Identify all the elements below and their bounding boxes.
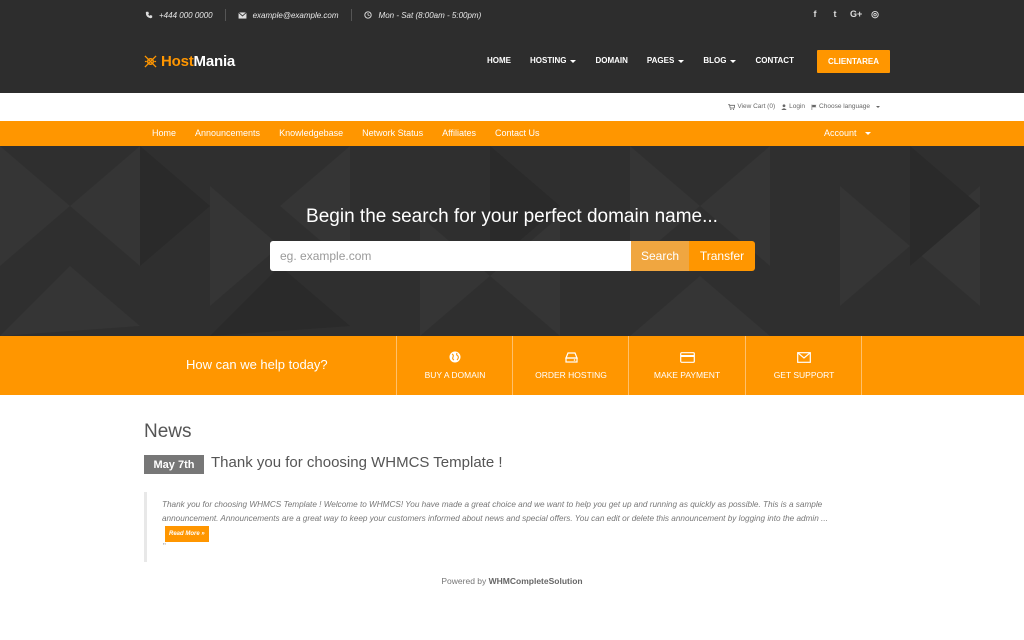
make-payment-tile[interactable]: MAKE PAYMENT <box>628 336 745 395</box>
brand-logo[interactable]: HostMania <box>144 53 235 70</box>
get-support-tile[interactable]: GET SUPPORT <box>745 336 862 395</box>
phone-number: +444 000 0000 <box>159 10 213 20</box>
page: +444 000 0000 example@example.com Mon - … <box>0 0 1024 640</box>
help-band: How can we help today? BUY A DOMAIN ORDE… <box>0 336 1024 395</box>
contact-row: +444 000 0000 example@example.com Mon - … <box>144 9 481 21</box>
hero-title: Begin the search for your perfect domain… <box>306 206 718 227</box>
login-label: Login <box>789 103 806 110</box>
cart-icon <box>728 103 736 110</box>
chevron-down-icon <box>876 105 880 108</box>
subnav-contact-us[interactable]: Contact Us <box>495 128 540 138</box>
subnav-home[interactable]: Home <box>152 128 176 138</box>
quote-mark: " <box>163 542 166 551</box>
clock-icon <box>364 11 373 20</box>
brand-name-part2: Mania <box>193 53 236 70</box>
search-button[interactable]: Search <box>631 241 689 271</box>
nav-item-home[interactable]: HOME <box>487 56 511 65</box>
domain-search-hero: Begin the search for your perfect domain… <box>0 146 1024 336</box>
account-label: Account <box>824 128 857 138</box>
phone-icon <box>144 11 153 20</box>
nav-item-pages[interactable]: PAGES <box>646 56 685 65</box>
secondary-nav: Home Announcements Knowledgebase Network… <box>0 121 1024 146</box>
language-label: Choose language <box>819 103 870 110</box>
news-excerpt: Thank you for choosing WHMCS Template ! … <box>144 492 864 562</box>
flag-icon <box>811 104 817 110</box>
credit-card-icon <box>679 351 695 363</box>
brand-name-part1: Host <box>161 53 194 70</box>
account-menu[interactable]: Account <box>824 128 871 138</box>
logo-icon <box>144 55 157 68</box>
social-links: f t G+ ◎ <box>810 9 880 20</box>
nav-item-domain[interactable]: DOMAIN <box>595 56 627 65</box>
subnav-network-status[interactable]: Network Status <box>362 128 423 138</box>
chevron-down-icon <box>730 59 737 63</box>
nav-label: CONTACT <box>755 56 794 65</box>
nav-label: DOMAIN <box>595 56 628 65</box>
secondary-nav-items: Home Announcements Knowledgebase Network… <box>152 128 559 138</box>
envelope-icon <box>237 11 247 20</box>
divider <box>861 336 862 395</box>
utility-bar: View Cart (0) Login Choose language <box>0 93 1024 121</box>
login-link[interactable]: Login <box>781 103 805 110</box>
view-cart-label: View Cart (0) <box>737 103 776 110</box>
divider <box>350 9 352 21</box>
opening-hours: Mon - Sat (8:00am - 5:00pm) <box>378 10 482 20</box>
subnav-affiliates[interactable]: Affiliates <box>442 128 476 138</box>
order-hosting-tile[interactable]: ORDER HOSTING <box>512 336 629 395</box>
user-icon <box>781 103 787 110</box>
phone-contact[interactable]: +444 000 0000 <box>144 11 213 20</box>
date-badge: May 7th <box>144 455 204 474</box>
footer-brand-link[interactable]: WHMCompleteSolution <box>489 576 583 586</box>
google-plus-icon[interactable]: G+ <box>850 9 862 20</box>
buy-domain-tile[interactable]: BUY A DOMAIN <box>396 336 513 395</box>
nav-label: PAGES <box>646 56 675 65</box>
domain-search-input[interactable] <box>270 241 631 271</box>
language-selector[interactable]: Choose language <box>811 103 880 110</box>
chevron-down-icon <box>570 59 577 63</box>
news-body: Thank you for choosing WHMCS Template ! … <box>162 498 862 542</box>
transfer-button[interactable]: Transfer <box>689 241 755 271</box>
news-body-text: Thank you for choosing WHMCS Template ! … <box>162 500 828 523</box>
instagram-icon[interactable]: ◎ <box>870 9 880 20</box>
chevron-down-icon <box>678 59 685 63</box>
top-header: +444 000 0000 example@example.com Mon - … <box>0 0 1024 93</box>
nav-label: HOME <box>487 56 511 65</box>
nav-item-contact[interactable]: CONTACT <box>755 56 794 65</box>
nav-item-hosting[interactable]: HOSTING <box>530 56 577 65</box>
news-section-title: News <box>144 421 192 442</box>
main-nav: HOME HOSTING DOMAIN PAGES BLOG CONTACT <box>487 56 813 65</box>
view-cart-link[interactable]: View Cart (0) <box>728 103 775 110</box>
chevron-down-icon <box>864 132 871 135</box>
facebook-icon[interactable]: f <box>810 9 820 20</box>
server-icon <box>564 351 578 363</box>
nav-item-blog[interactable]: BLOG <box>703 56 737 65</box>
tile-label: MAKE PAYMENT <box>653 369 721 380</box>
subnav-announcements[interactable]: Announcements <box>195 128 260 138</box>
read-more-button[interactable]: Read More » <box>165 526 209 542</box>
footer: Powered by WHMCompleteSolution <box>0 576 1024 586</box>
brand-name: HostMania <box>161 53 235 70</box>
email-contact[interactable]: example@example.com <box>237 10 339 20</box>
tile-label: GET SUPPORT <box>773 369 835 380</box>
twitter-icon[interactable]: t <box>830 9 840 20</box>
news-headline[interactable]: Thank you for choosing WHMCS Template ! <box>211 454 503 471</box>
tile-label: BUY A DOMAIN <box>424 370 486 380</box>
globe-icon <box>449 351 461 363</box>
client-area-button[interactable]: CLIENTAREA <box>817 50 890 73</box>
help-prompt: How can we help today? <box>186 357 328 372</box>
nav-label: BLOG <box>703 56 727 65</box>
domain-search-form: Search Transfer <box>270 241 755 271</box>
hours-info: Mon - Sat (8:00am - 5:00pm) <box>364 10 482 20</box>
email-address: example@example.com <box>252 10 339 20</box>
utility-links: View Cart (0) Login Choose language <box>728 103 880 110</box>
nav-label: HOSTING <box>530 56 567 65</box>
tile-label: ORDER HOSTING <box>535 369 607 380</box>
envelope-icon <box>797 351 811 363</box>
divider <box>224 9 226 21</box>
subnav-knowledgebase[interactable]: Knowledgebase <box>279 128 343 138</box>
footer-prefix: Powered by <box>441 576 487 586</box>
